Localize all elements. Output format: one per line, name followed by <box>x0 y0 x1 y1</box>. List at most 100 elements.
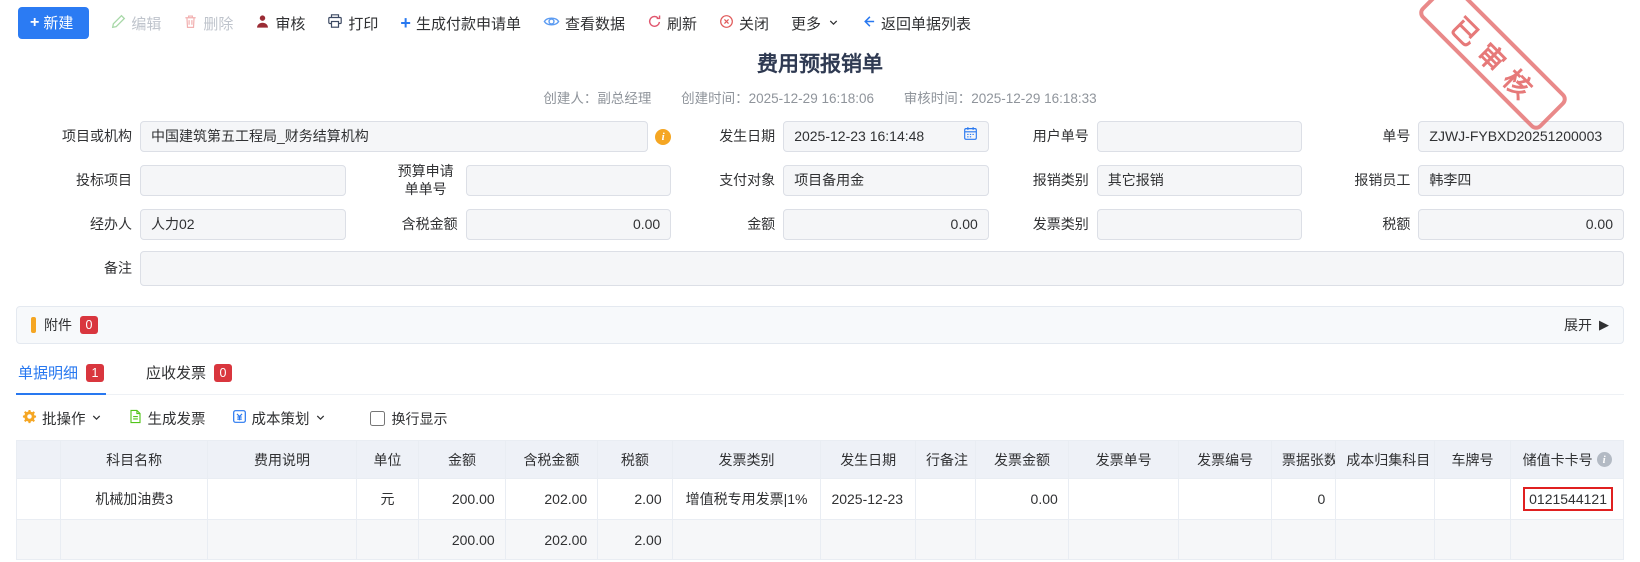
generate-invoice-button[interactable]: 生成发票 <box>128 408 206 429</box>
attachments-count-badge: 0 <box>80 316 98 334</box>
user-no-label: 用户单号 <box>989 128 1097 146</box>
amount-label: 金额 <box>671 216 783 234</box>
remark-field[interactable] <box>140 251 1624 286</box>
detail-table: 科目名称 费用说明 单位 金额 含税金额 税额 发票类别 发生日期 行备注 发票… <box>16 440 1624 560</box>
cell-invoice-amount[interactable]: 0.00 <box>976 479 1069 520</box>
created-value: 2025-12-29 16:18:06 <box>749 91 874 106</box>
cell-expense-desc[interactable] <box>208 479 357 520</box>
budget-req-no-label: 预算申请单单号 <box>346 163 466 198</box>
cell-amount[interactable]: 200.00 <box>419 479 505 520</box>
printer-icon <box>327 13 343 33</box>
reimburse-emp-label: 报销员工 <box>1302 172 1418 190</box>
col-ticket-count: 票据张数 <box>1271 441 1335 479</box>
generate-payment-button[interactable]: + 生成付款申请单 <box>400 13 521 34</box>
attachments-label: 附件 <box>44 315 72 335</box>
col-occur-date: 发生日期 <box>821 441 916 479</box>
project-org-label: 项目或机构 <box>16 128 140 146</box>
chevron-down-icon <box>828 15 839 32</box>
calendar-icon <box>963 122 978 151</box>
tax-incl-amount-field[interactable]: 0.00 <box>466 209 672 240</box>
tab-doc-detail[interactable]: 单据明细 1 <box>16 358 106 395</box>
close-button[interactable]: 关闭 <box>719 13 769 34</box>
project-org-field[interactable]: 中国建筑第五工程局_财务结算机构 <box>140 121 648 152</box>
summary-tax: 2.00 <box>598 520 672 560</box>
col-subject-name: 科目名称 <box>61 441 208 479</box>
col-selector <box>17 441 61 479</box>
print-button[interactable]: 打印 <box>327 13 378 34</box>
wrap-display-option[interactable]: 换行显示 <box>370 409 448 429</box>
invoice-doc-icon <box>128 409 143 428</box>
created-label: 创建时间： <box>681 91 749 106</box>
pay-target-field[interactable]: 项目备用金 <box>783 165 989 196</box>
info-icon[interactable]: i <box>655 129 671 145</box>
cell-occur-date[interactable]: 2025-12-23 <box>821 479 916 520</box>
audit-button[interactable]: 审核 <box>255 13 305 34</box>
col-invoice-no: 发票编号 <box>1179 441 1272 479</box>
cell-tax-incl-amount[interactable]: 202.00 <box>505 479 598 520</box>
audited-value: 2025-12-29 16:18:33 <box>971 91 1096 106</box>
stored-card-highlight: 0121544121 <box>1523 487 1613 511</box>
form-header: 项目或机构 中国建筑第五工程局_财务结算机构 i 发生日期 2025-12-23… <box>16 121 1624 286</box>
summary-tax-incl-amount: 202.00 <box>505 520 598 560</box>
reimburse-type-label: 报销类别 <box>989 172 1097 190</box>
handler-field[interactable]: 人力02 <box>140 209 346 240</box>
invoice-type-label: 发票类别 <box>989 216 1097 234</box>
col-invoice-type: 发票类别 <box>672 441 821 479</box>
batch-operation-button[interactable]: 批操作 <box>22 408 102 429</box>
tab-doc-detail-badge: 1 <box>86 364 104 382</box>
tax-incl-amount-label: 含税金额 <box>346 216 466 234</box>
refresh-button[interactable]: 刷新 <box>647 13 697 34</box>
wrap-display-checkbox[interactable] <box>370 411 385 426</box>
col-cost-subject: 成本归集科目 <box>1336 441 1435 479</box>
cell-invoice-no[interactable] <box>1179 479 1272 520</box>
detail-toolbar: 批操作 生成发票 成本策划 换行显示 <box>22 408 1624 429</box>
view-data-button[interactable]: 查看数据 <box>543 13 625 34</box>
occur-date-field[interactable]: 2025-12-23 16:14:48 <box>783 121 989 152</box>
cell-subject-name[interactable]: 机械加油费3 <box>61 479 208 520</box>
chevron-down-icon <box>91 411 102 427</box>
tax-amount-field[interactable]: 0.00 <box>1418 209 1624 240</box>
tax-amount-label: 税额 <box>1302 216 1418 234</box>
edit-button[interactable]: 编辑 <box>111 13 161 34</box>
expand-button[interactable]: 展开 ▶ <box>1564 315 1609 335</box>
plus-icon: + <box>30 15 39 31</box>
cell-stored-card-no[interactable]: 0121544121 <box>1511 479 1624 520</box>
new-button[interactable]: +新建 <box>18 7 89 39</box>
cell-line-remark[interactable] <box>915 479 975 520</box>
more-button[interactable]: 更多 <box>791 13 839 34</box>
reimburse-emp-field[interactable]: 韩李四 <box>1418 165 1624 196</box>
delete-button[interactable]: 删除 <box>183 13 233 34</box>
toolbar: +新建 编辑 删除 审核 打印 + 生成付款申请单 查看数据 刷新 关闭 更多 … <box>0 0 1640 42</box>
new-button-label: 新建 <box>43 12 73 33</box>
chevron-down-icon <box>315 411 326 427</box>
reimburse-type-field[interactable]: 其它报销 <box>1097 165 1303 196</box>
audited-label: 审核时间： <box>904 91 972 106</box>
bid-project-field[interactable] <box>140 165 346 196</box>
cell-plate-no[interactable] <box>1434 479 1510 520</box>
plus-icon: + <box>400 14 411 32</box>
budget-req-no-field[interactable] <box>466 165 672 196</box>
col-tax-incl-amount: 含税金额 <box>505 441 598 479</box>
tab-receivable-invoice[interactable]: 应收发票 0 <box>144 358 234 395</box>
doc-no-field[interactable]: ZJWJ-FYBXD20251200003 <box>1418 121 1624 152</box>
info-icon[interactable]: i <box>1597 452 1612 467</box>
gear-icon <box>22 409 37 428</box>
occur-date-label: 发生日期 <box>671 128 783 146</box>
cell-tax[interactable]: 2.00 <box>598 479 672 520</box>
user-no-field[interactable] <box>1097 121 1303 152</box>
cost-planning-button[interactable]: 成本策划 <box>232 408 326 429</box>
cell-unit[interactable]: 元 <box>356 479 418 520</box>
detail-tabs: 单据明细 1 应收发票 0 <box>16 358 1624 395</box>
cell-cost-subject[interactable] <box>1336 479 1435 520</box>
amount-field[interactable]: 0.00 <box>783 209 989 240</box>
cell-selector[interactable] <box>17 479 61 520</box>
cell-invoice-type[interactable]: 增值税专用发票|1% <box>672 479 821 520</box>
cell-invoice-doc-no[interactable] <box>1068 479 1179 520</box>
tab-receivable-invoice-badge: 0 <box>214 364 232 382</box>
cell-ticket-count[interactable]: 0 <box>1271 479 1335 520</box>
invoice-type-field[interactable] <box>1097 209 1303 240</box>
back-to-list-button[interactable]: 返回单据列表 <box>861 13 971 34</box>
col-invoice-doc-no: 发票单号 <box>1068 441 1179 479</box>
summary-amount: 200.00 <box>419 520 505 560</box>
page-title: 费用预报销单 <box>0 48 1640 78</box>
